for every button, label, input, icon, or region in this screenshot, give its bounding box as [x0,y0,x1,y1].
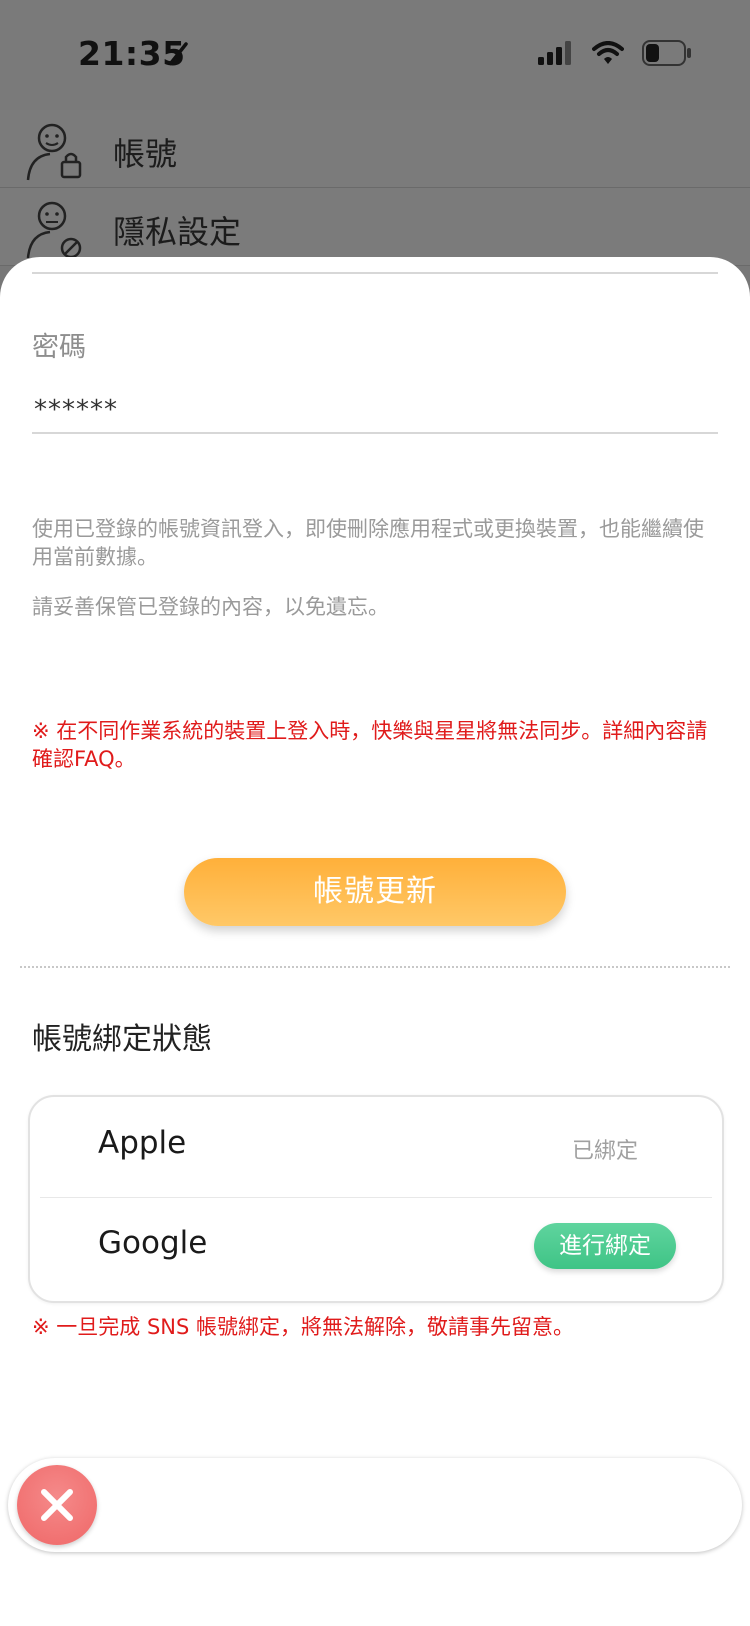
close-button[interactable] [17,1465,97,1545]
info-paragraph: 請妥善保管已登錄的內容，以免遺忘。 [32,595,389,619]
info-paragraph: 使用已登錄的帳號資訊登入，即使刪除應用程式或更換裝置，也能繼續使用當前數據。 [32,517,704,569]
password-label: 密碼 [32,332,86,363]
provider-name: Google [98,1225,208,1261]
menu-item-label: 帳號 [113,135,178,173]
binding-card: Apple 已綁定 Google 進行綁定 [28,1095,724,1303]
wifi-icon [592,41,624,69]
cellular-signal-icon [538,41,574,69]
binding-section-title: 帳號綁定狀態 [32,1022,212,1057]
user-lock-icon [26,122,86,186]
menu-item-account[interactable]: 帳號 [0,110,750,188]
field-divider [32,432,718,434]
menu-item-label: 隱私設定 [113,213,242,251]
binding-row-apple: Apple 已綁定 [30,1097,722,1197]
sns-warning: ※ 一旦完成 SNS 帳號綁定，將無法解除，敬請事先留意。 [32,1315,574,1339]
close-icon [41,1489,73,1521]
section-divider [20,966,730,968]
pencil-icon [168,40,190,70]
bottom-bar [8,1458,742,1552]
binding-row-google: Google 進行綁定 [30,1197,722,1297]
menu-item-privacy[interactable]: 隱私設定 [0,188,750,266]
bound-status: 已綁定 [571,1139,638,1164]
account-sheet: 密碼 使用已登錄的帳號資訊登入，即使刪除應用程式或更換裝置，也能繼續使用當前數據… [0,257,750,1626]
user-privacy-icon [26,200,86,264]
bind-google-button[interactable]: 進行綁定 [534,1223,676,1269]
status-bar: 21:35 [0,0,750,110]
account-update-button[interactable]: 帳號更新 [184,858,566,926]
password-field[interactable] [34,395,714,425]
battery-icon [642,40,692,70]
field-divider [32,272,718,274]
provider-name: Apple [98,1125,187,1161]
sync-warning: ※ 在不同作業系統的裝置上登入時，快樂與星星將無法同步。詳細內容請確認FAQ。 [32,719,708,771]
